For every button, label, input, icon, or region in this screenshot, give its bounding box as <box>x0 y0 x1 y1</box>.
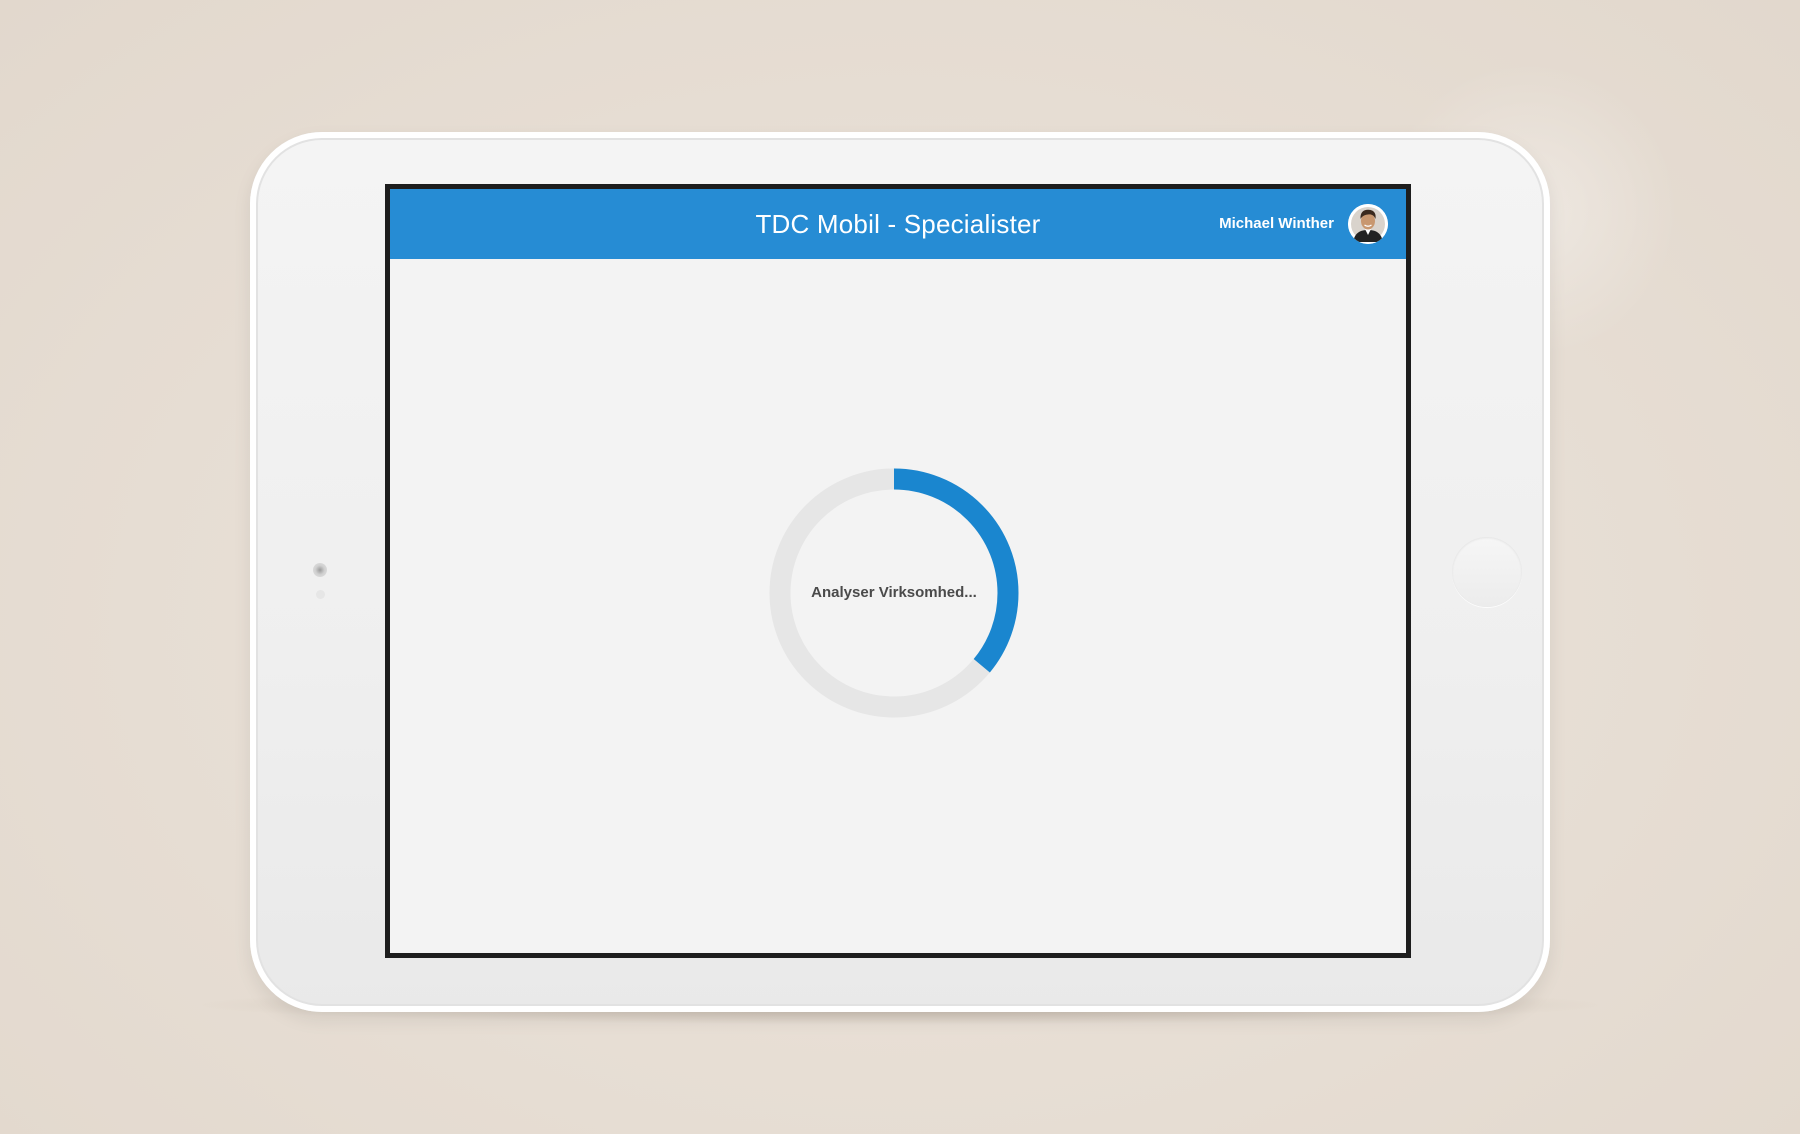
home-button[interactable] <box>1452 537 1522 607</box>
app-header: TDC Mobil - Specialister Michael Winther <box>390 189 1406 259</box>
tablet-screen: TDC Mobil - Specialister Michael Winther <box>385 184 1411 958</box>
user-name[interactable]: Michael Winther <box>1219 189 1334 259</box>
sensor-icon <box>316 590 325 599</box>
camera-icon <box>313 563 327 577</box>
user-avatar-icon[interactable] <box>1348 204 1388 244</box>
app-window: TDC Mobil - Specialister Michael Winther <box>390 189 1406 953</box>
loading-label: Analyser Virksomhed... <box>811 584 977 601</box>
loading-spinner: Analyser Virksomhed... <box>769 468 1019 718</box>
